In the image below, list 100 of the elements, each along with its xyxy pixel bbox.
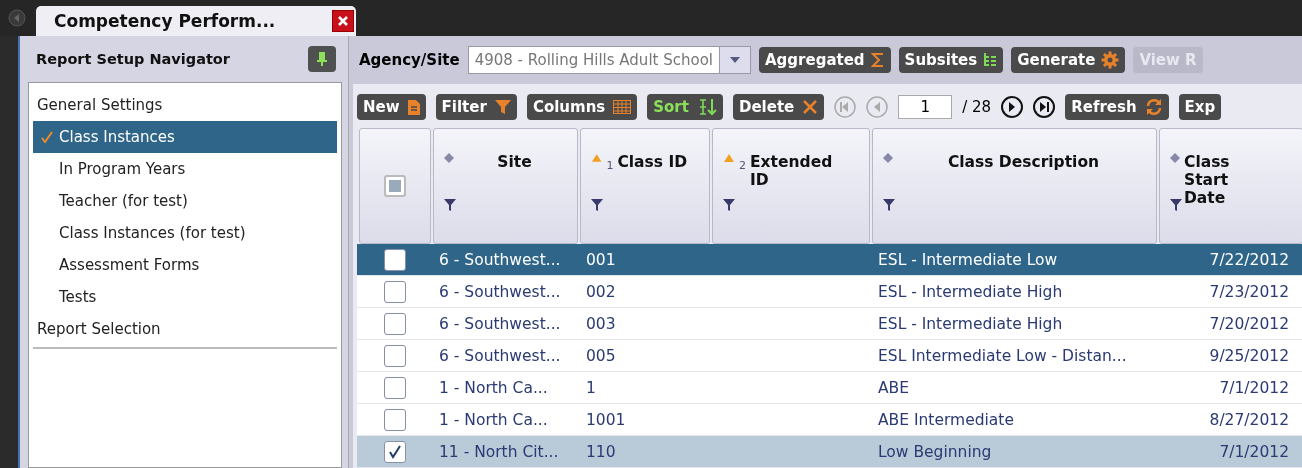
funnel-icon xyxy=(494,99,511,115)
table-cell: ESL - Intermediate Low xyxy=(878,250,1058,269)
column-title: Class ID xyxy=(617,153,689,171)
table-cell: 6 - Southwest... xyxy=(439,346,561,365)
page-count: / 28 xyxy=(962,98,992,116)
nav-item[interactable]: In Program Years xyxy=(33,153,337,185)
agency-dropdown[interactable]: 4908 - Rolling Hills Adult School xyxy=(467,46,751,74)
nav-item[interactable]: Tests xyxy=(33,281,337,313)
document-tab[interactable]: Competency Perform... xyxy=(36,6,356,36)
table-cell: 110 xyxy=(586,442,616,461)
gear-icon xyxy=(1101,51,1120,69)
column-header[interactable]: Class Description xyxy=(872,128,1157,244)
toolbar-button[interactable]: Sort xyxy=(647,94,723,120)
tree-icon xyxy=(983,52,998,68)
select-all-checkbox[interactable] xyxy=(384,175,406,197)
row-checkbox[interactable] xyxy=(384,312,406,335)
next-page-button[interactable] xyxy=(1001,96,1024,118)
table-cell: 003 xyxy=(586,314,616,333)
check-icon xyxy=(41,131,53,143)
toolbar-button[interactable]: Filter xyxy=(435,94,517,120)
table-cell: 6 - Southwest... xyxy=(439,314,561,333)
filter-icon[interactable] xyxy=(883,199,895,211)
nav-item[interactable]: Report Selection xyxy=(33,313,337,345)
column-header[interactable]: 2 Extended ID xyxy=(712,128,870,244)
table-row[interactable]: 6 - Southwest... 001 ESL - Intermediate Low 7/22/2012 xyxy=(357,244,1302,276)
row-checkbox[interactable] xyxy=(384,408,406,431)
table-cell: 8/27/2012 xyxy=(1209,410,1289,429)
page-field[interactable]: 1 xyxy=(898,95,953,119)
row-checkbox[interactable] xyxy=(384,280,406,303)
row-checkbox[interactable] xyxy=(384,376,406,399)
grid-icon xyxy=(613,100,632,114)
table-cell: ABE Intermediate xyxy=(878,410,1014,429)
toolbar-button[interactable]: Generate xyxy=(1011,47,1126,73)
table-cell: 11 - North Cit... xyxy=(439,442,559,461)
toolbar-button[interactable]: Subsites xyxy=(898,47,1004,73)
table-cell: Low Beginning xyxy=(878,442,992,461)
sort-rank: 2 xyxy=(739,159,746,172)
toolbar-button[interactable]: Aggregated xyxy=(759,47,891,73)
row-checkbox[interactable] xyxy=(384,344,406,367)
table-row[interactable]: 1 - North Ca... 1 ABE 7/1/2012 xyxy=(357,372,1302,404)
close-button[interactable] xyxy=(332,10,354,32)
toolbar-button[interactable]: Exp xyxy=(1178,94,1222,120)
sort-rank: 1 xyxy=(606,159,614,172)
table-cell: 9/25/2012 xyxy=(1209,346,1289,365)
nav-item[interactable]: Teacher (for test) xyxy=(33,185,337,217)
table-cell: 7/20/2012 xyxy=(1209,314,1289,333)
table-cell: 1001 xyxy=(586,410,626,429)
close-icon xyxy=(802,99,819,115)
table-cell: 7/23/2012 xyxy=(1209,282,1289,301)
table-row[interactable]: 6 - Southwest... 003 ESL - Intermediate High 7/20/2012 xyxy=(357,308,1302,340)
table-cell: 1 - North Ca... xyxy=(439,378,548,397)
pin-button[interactable] xyxy=(308,46,336,72)
nav-item[interactable]: Class Instances (for test) xyxy=(33,217,337,249)
sigma-icon xyxy=(870,52,885,68)
filter-icon[interactable] xyxy=(444,199,456,211)
table-row[interactable]: 6 - Southwest... 002 ESL - Intermediate High 7/23/2012 xyxy=(357,276,1302,308)
table-cell: 001 xyxy=(586,250,616,269)
filter-icon[interactable] xyxy=(591,199,603,211)
column-header[interactable]: Class Start Date xyxy=(1159,128,1302,244)
table-cell: 7/1/2012 xyxy=(1219,442,1289,461)
table-cell: 6 - Southwest... xyxy=(439,282,561,301)
field-label: Agency/Site xyxy=(359,51,460,69)
refresh-icon xyxy=(1144,98,1163,116)
column-title: Extended ID xyxy=(750,153,834,189)
table-cell: ESL Intermediate Low - Distan... xyxy=(878,346,1127,365)
toolbar-button[interactable]: Delete xyxy=(732,94,825,120)
check-icon xyxy=(388,444,402,459)
column-title: Class Description xyxy=(946,153,1101,171)
row-checkbox[interactable] xyxy=(384,248,406,271)
toolbar-button[interactable]: Refresh xyxy=(1065,94,1169,120)
row-checkbox[interactable] xyxy=(384,440,406,463)
column-title: Class Start Date xyxy=(1184,153,1231,207)
nav-item[interactable]: General Settings xyxy=(33,89,337,121)
column-header[interactable]: 1 Class ID xyxy=(580,128,710,244)
pin-icon xyxy=(317,51,327,67)
table-row[interactable]: 6 - Southwest... 005 ESL Intermediate Low - Distan... 9/25/2012 xyxy=(357,340,1302,372)
table-cell: 002 xyxy=(586,282,616,301)
toolbar-button[interactable]: New xyxy=(357,94,426,120)
document-icon xyxy=(407,99,420,115)
last-page-button[interactable] xyxy=(1033,96,1056,118)
filter-icon[interactable] xyxy=(723,199,735,211)
table-cell: 7/1/2012 xyxy=(1219,378,1289,397)
toolbar-button[interactable]: Columns xyxy=(526,94,638,120)
back-icon[interactable] xyxy=(8,9,26,27)
caret-icon xyxy=(729,56,741,64)
close-icon xyxy=(337,15,349,27)
column-title: Site xyxy=(496,153,533,171)
column-header[interactable]: Site xyxy=(433,128,578,244)
nav-item[interactable]: Assessment Forms xyxy=(33,249,337,281)
table-cell: 6 - Southwest... xyxy=(439,250,561,269)
filter-icon[interactable] xyxy=(1170,199,1182,211)
table-cell: 7/22/2012 xyxy=(1209,250,1289,269)
table-cell: 005 xyxy=(586,346,616,365)
nav-item[interactable]: Class Instances xyxy=(33,121,337,153)
table-cell: 1 - North Ca... xyxy=(439,410,548,429)
table-cell: ESL - Intermediate High xyxy=(878,282,1063,301)
table-row[interactable]: 11 - North Cit... 110 Low Beginning 7/1/2012 xyxy=(357,436,1302,468)
table-cell: ABE xyxy=(878,378,910,397)
panel-title: Report Setup Navigator xyxy=(36,51,230,67)
table-cell: 1 xyxy=(586,378,596,397)
